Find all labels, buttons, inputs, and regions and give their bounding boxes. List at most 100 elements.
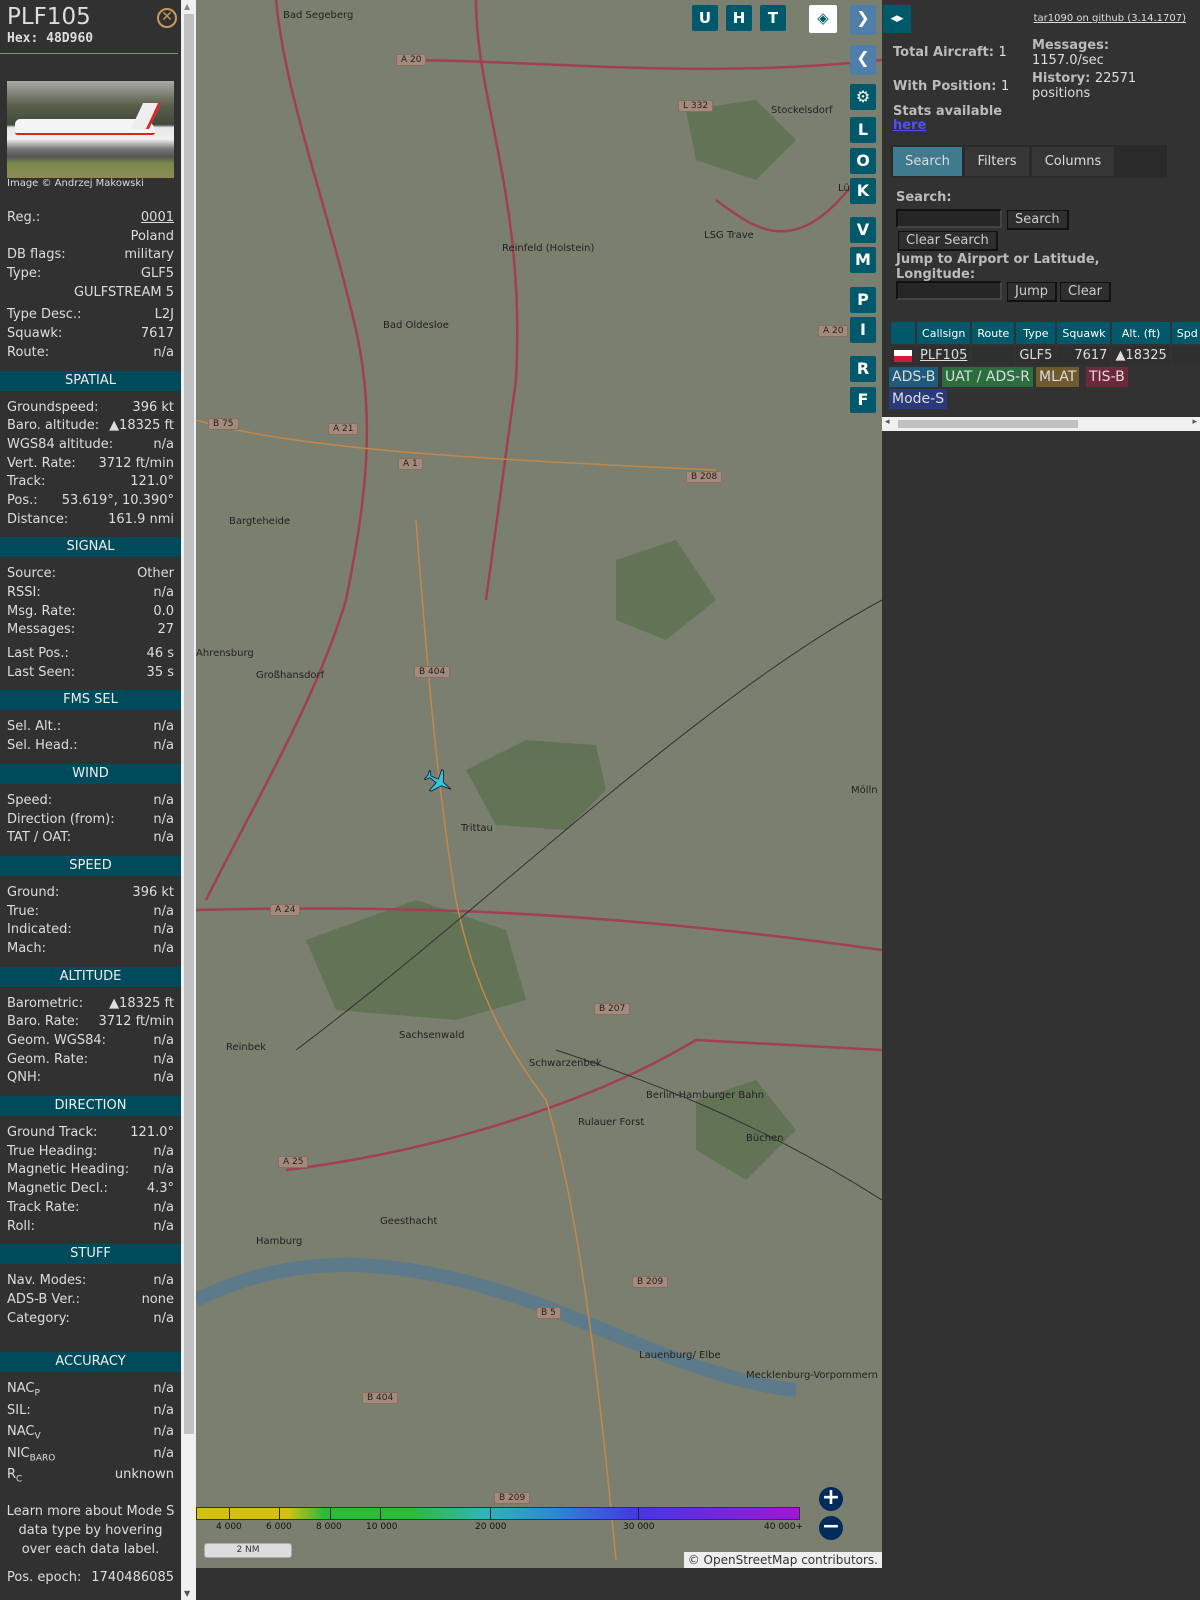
- info-label: Pos. epoch:: [7, 1569, 82, 1585]
- info-value: n/a: [153, 1199, 174, 1215]
- column-header-route[interactable]: Route: [972, 322, 1015, 344]
- jump-input[interactable]: [896, 281, 1002, 300]
- map-button-m[interactable]: M: [850, 247, 876, 273]
- github-link[interactable]: tar1090 on github (3.14.1707): [1034, 13, 1186, 24]
- info-value: n/a: [153, 1218, 174, 1234]
- road-a21: [204, 0, 369, 901]
- info-row: Direction (from): n/a: [0, 811, 181, 830]
- tab-search[interactable]: Search: [893, 147, 962, 176]
- map-button-k[interactable]: K: [850, 178, 876, 204]
- info-value: 46 s: [146, 646, 174, 662]
- map-button-f[interactable]: F: [850, 387, 876, 413]
- source-badge-ads-b[interactable]: ADS-B: [889, 367, 939, 387]
- info-label: ADS-B Ver.:: [7, 1291, 80, 1307]
- clear-button[interactable]: Clear: [1060, 282, 1111, 302]
- town-label: Büchen: [746, 1133, 784, 1144]
- source-badge-mode-s[interactable]: Mode-S: [889, 389, 948, 409]
- map-button-h[interactable]: H: [726, 5, 752, 31]
- road-label: A 1: [398, 458, 423, 470]
- tab-filters[interactable]: Filters: [965, 147, 1029, 176]
- prev-arrow-icon[interactable]: ❮: [850, 45, 876, 75]
- aircraft-detail-panel: PLF105 Hex: 48D960 ✕ Image © Andrzej Mak…: [0, 0, 181, 1600]
- info-value: 3712 ft/min: [98, 455, 174, 471]
- jump-button[interactable]: Jump: [1007, 282, 1057, 302]
- tab-bar: Search Filters Columns: [891, 145, 1167, 178]
- registration-link[interactable]: 0001: [141, 209, 174, 228]
- column-header-squawk[interactable]: Squawk: [1057, 322, 1111, 344]
- source-badge-tis-b[interactable]: TIS-B: [1086, 367, 1128, 387]
- source-badge-uat-ads-r[interactable]: UAT / ADS-R: [942, 367, 1033, 387]
- zoom-out-button[interactable]: −: [819, 1516, 843, 1540]
- cell-altitude: ▲18325: [1112, 346, 1170, 365]
- info-row: Baro. Rate: 3712 ft/min: [0, 1013, 181, 1032]
- map-button-r[interactable]: R: [850, 356, 876, 382]
- column-header-type[interactable]: Type: [1016, 322, 1056, 344]
- info-row: Ground: 396 kt: [0, 884, 181, 903]
- info-label: True:: [7, 903, 39, 919]
- column-header-speed[interactable]: Spd: [1171, 322, 1200, 344]
- map-button-v[interactable]: V: [850, 217, 876, 243]
- aircraft-photo[interactable]: [7, 81, 174, 178]
- panel-toggle-icon[interactable]: ◂▸: [883, 5, 911, 33]
- close-icon[interactable]: ✕: [157, 8, 177, 28]
- stats-link[interactable]: here: [893, 118, 926, 133]
- osm-link[interactable]: OpenStreetMap: [704, 1553, 798, 1567]
- info-row: Messages: 27: [0, 621, 181, 640]
- source-badge-mlat[interactable]: MLAT: [1036, 367, 1080, 387]
- info-label: NACV: [7, 1423, 41, 1445]
- cell-route: [972, 346, 1015, 365]
- info-label: TAT / OAT:: [7, 830, 72, 846]
- column-header-callsign[interactable]: Callsign: [917, 322, 971, 344]
- info-label: Ground Track:: [7, 1125, 98, 1141]
- info-label: Messages:: [7, 622, 76, 638]
- layers-icon[interactable]: ◈: [809, 5, 837, 33]
- section-header-altitude: ALTITUDE: [0, 966, 181, 987]
- zoom-in-button[interactable]: +: [819, 1487, 843, 1511]
- info-value: unknown: [114, 1467, 174, 1483]
- info-value: military: [124, 247, 174, 263]
- next-arrow-icon[interactable]: ❯: [850, 5, 876, 35]
- search-button[interactable]: Search: [1007, 210, 1069, 230]
- map-button-i[interactable]: I: [850, 317, 876, 343]
- messages-rate: Messages: 1157.0/sec: [1032, 38, 1110, 68]
- info-value: GULFSTREAM 5: [73, 284, 174, 300]
- map-button-t[interactable]: T: [760, 5, 786, 31]
- cell-callsign[interactable]: PLF105: [917, 346, 971, 365]
- town-label: Bargteheide: [229, 516, 291, 527]
- horizontal-scrollbar[interactable]: ◂ ▸: [882, 417, 1200, 431]
- map-button-o[interactable]: O: [850, 148, 876, 174]
- info-label: Nav. Modes:: [7, 1273, 87, 1289]
- info-label: Speed:: [7, 792, 53, 808]
- info-label: NACP: [7, 1380, 40, 1402]
- search-input[interactable]: [896, 209, 1002, 228]
- info-row: DB flags: military: [0, 246, 181, 265]
- info-row: Sel. Alt.: n/a: [0, 718, 181, 737]
- info-row: Reg.: 0001: [0, 209, 181, 228]
- town-label: Hamburg: [256, 1236, 303, 1247]
- table-row[interactable]: PLF105 GLF5 7617 ▲18325: [891, 346, 1200, 365]
- label-subscript: V: [34, 1431, 41, 1442]
- clear-search-button[interactable]: Clear Search: [898, 231, 998, 251]
- scale-bar: 2 NM: [204, 1543, 292, 1558]
- info-label: Geom. WGS84:: [7, 1033, 107, 1048]
- column-header-altitude[interactable]: Alt. (ft): [1112, 322, 1170, 344]
- tab-columns[interactable]: Columns: [1032, 147, 1114, 176]
- town-label: Großhansdorf: [256, 670, 325, 681]
- callsign-link[interactable]: PLF105: [920, 348, 967, 363]
- map[interactable]: Bad Segeberg Stockelsdorf Reinfeld (Holste…: [196, 0, 882, 1568]
- map-button-u[interactable]: U: [692, 5, 718, 31]
- road-label: A 20: [818, 325, 849, 337]
- town-label: Bad Oldesloe: [383, 320, 449, 331]
- info-label: Track:: [7, 474, 46, 490]
- map-button-p[interactable]: P: [850, 287, 876, 313]
- map-button-l[interactable]: L: [850, 117, 876, 143]
- settings-gear-icon[interactable]: ⚙: [850, 84, 876, 110]
- road-label: B 404: [414, 666, 451, 678]
- left-scrollbar[interactable]: ▲ ▼: [181, 0, 196, 1600]
- info-label: RSSI:: [7, 585, 41, 600]
- column-header-flag[interactable]: [891, 322, 915, 344]
- town-label: Geesthacht: [380, 1216, 438, 1227]
- flag-poland-icon: [891, 346, 915, 365]
- info-row: RC unknown: [0, 1466, 181, 1488]
- info-row: TAT / OAT: n/a: [0, 829, 181, 848]
